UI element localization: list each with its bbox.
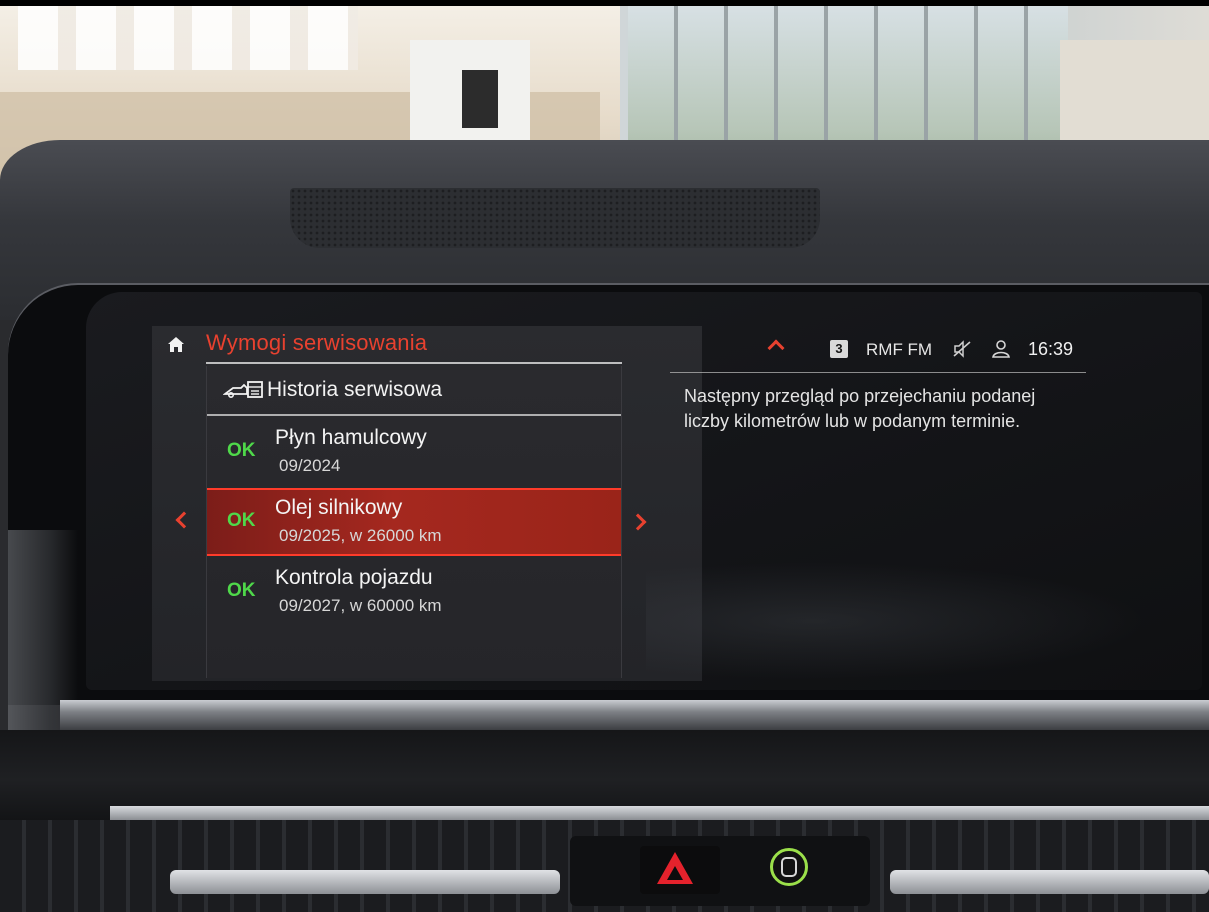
service-history-label: Historia serwisowa [267, 378, 443, 401]
item-detail: 09/2027, w 60000 km [279, 596, 442, 615]
item-name: Kontrola pojazdu [275, 566, 433, 589]
building-door-panel [462, 70, 498, 128]
list-item-vehicle-check[interactable]: OK Kontrola pojazdu 09/2027, w 60000 km [207, 558, 621, 626]
service-history-item[interactable]: Historia serwisowa [207, 366, 621, 414]
status-badge: OK [227, 580, 256, 601]
idrive-display: Wymogi serwisowania Historia serwisowa O… [86, 292, 1202, 690]
list-item-engine-oil[interactable]: OK Olej silnikowy 09/2025, w 26000 km [207, 488, 621, 556]
status-badge: OK [227, 510, 256, 531]
profile-icon[interactable] [990, 338, 1012, 360]
dashboard-speaker-grille [290, 188, 820, 248]
list-item-brake-fluid[interactable]: OK Płyn hamulcowy 09/2024 [207, 418, 621, 486]
service-list: Historia serwisowa OK Płyn hamulcowy 09/… [206, 366, 622, 678]
status-badge: OK [227, 440, 256, 461]
building-sign [18, 6, 358, 70]
chrome-trim-lower [110, 806, 1209, 820]
item-name: Olej silnikowy [275, 496, 403, 519]
info-description: Następny przegląd po przejechaniu podane… [684, 386, 1036, 431]
chrome-trim-upper [60, 700, 1209, 730]
service-history-icon [223, 381, 263, 399]
item-detail: 09/2025, w 26000 km [279, 526, 442, 545]
item-detail: 09/2024 [279, 456, 341, 475]
status-bar-divider [670, 372, 1086, 373]
radio-station[interactable]: RMF FM [866, 340, 932, 360]
chevron-up-icon[interactable] [767, 339, 785, 357]
radio-preset-badge: 3 [830, 340, 848, 358]
clock: 16:39 [1028, 339, 1074, 359]
hazard-icon-inner [667, 866, 683, 880]
car-top-view-icon [781, 857, 797, 877]
item-name: Płyn hamulcowy [275, 426, 427, 449]
car-interior-photo: Wymogi serwisowania Historia serwisowa O… [0, 0, 1209, 912]
status-bar: 3 RMF FM 16:39 [670, 332, 1086, 362]
page-title-wrap: Wymogi serwisowania [206, 330, 626, 360]
mute-icon [953, 340, 971, 358]
vent-chrome-bar-right [890, 870, 1209, 894]
list-header-divider [207, 414, 621, 416]
title-underline [206, 362, 622, 364]
center-button-block [570, 836, 870, 906]
home-icon[interactable] [166, 334, 186, 354]
page-title: Wymogi serwisowania [206, 330, 428, 355]
vent-chrome-bar-left [170, 870, 560, 894]
screen-glare [646, 552, 1202, 690]
